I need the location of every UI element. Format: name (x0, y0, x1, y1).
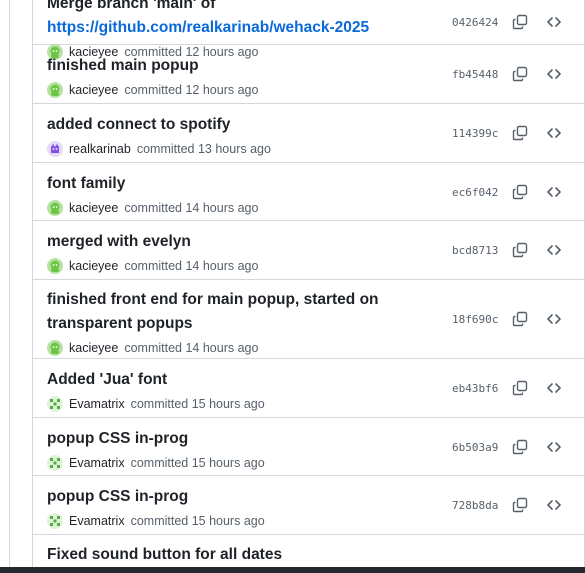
commit-time: committed 15 hours ago (130, 514, 265, 528)
code-icon[interactable] (542, 238, 566, 262)
copy-icon[interactable] (508, 121, 532, 145)
commit-row: finished front end for main popup, start… (33, 280, 584, 359)
commit-actions: 728b8da (452, 493, 566, 517)
copy-icon[interactable] (508, 62, 532, 86)
commit-time: committed 14 hours ago (124, 341, 259, 355)
green-pattern-avatar[interactable] (47, 513, 63, 529)
commit-author[interactable]: Evamatrix (69, 514, 125, 528)
commit-sha[interactable]: 6b503a9 (452, 441, 498, 454)
commit-sha[interactable]: 114399c (452, 127, 498, 140)
commit-actions: 114399c (452, 121, 566, 145)
copy-icon[interactable] (508, 238, 532, 262)
purple-octocat-avatar[interactable] (47, 141, 63, 157)
code-icon[interactable] (542, 307, 566, 331)
commit-sha[interactable]: 18f690c (452, 313, 498, 326)
commit-sha[interactable]: ec6f042 (452, 186, 498, 199)
commit-row: font family kacieyee committed 14 hours … (33, 163, 584, 221)
copy-icon[interactable] (508, 307, 532, 331)
commit-row: merged with evelyn kacieyee committed 14… (33, 221, 584, 280)
commit-sha[interactable]: bcd8713 (452, 244, 498, 257)
commit-row: Added 'Jua' font Evamatrix committed 15 … (33, 359, 584, 418)
commit-row: finished main popup kacieyee committed 1… (33, 45, 584, 104)
commit-sha[interactable]: eb43bf6 (452, 382, 498, 395)
code-icon[interactable] (542, 435, 566, 459)
commit-row: popup CSS in-prog Evamatrix committed 15… (33, 476, 584, 535)
commit-meta: kacieyee committed 14 hours ago (47, 338, 570, 358)
commit-list: Merge branch 'main' of https://github.co… (32, 0, 585, 573)
copy-icon[interactable] (508, 180, 532, 204)
commit-actions: bcd8713 (452, 238, 566, 262)
code-icon[interactable] (542, 62, 566, 86)
commit-actions: eb43bf6 (452, 376, 566, 400)
commit-actions: 6b503a9 (452, 435, 566, 459)
green-octocat-avatar[interactable] (47, 340, 63, 356)
green-octocat-avatar[interactable] (47, 82, 63, 98)
commit-title[interactable]: Fixed sound button for all dates (47, 543, 570, 567)
copy-icon[interactable] (508, 493, 532, 517)
commit-author[interactable]: kacieyee (69, 341, 118, 355)
code-icon[interactable] (542, 121, 566, 145)
commit-row: popup CSS in-prog Evamatrix committed 15… (33, 418, 584, 476)
commit-actions: ec6f042 (452, 180, 566, 204)
commit-row: added connect to spotify realkarinab com… (33, 104, 584, 163)
bottom-bar (0, 567, 585, 573)
commit-author[interactable]: Evamatrix (69, 456, 125, 470)
commit-author[interactable]: kacieyee (69, 259, 118, 273)
commit-title-partial[interactable]: Merge branch 'main' of (47, 0, 215, 12)
commit-sha[interactable]: 728b8da (452, 499, 498, 512)
code-icon[interactable] (542, 493, 566, 517)
copy-icon[interactable] (508, 376, 532, 400)
commit-actions: 0426424 (452, 10, 566, 34)
commit-sha[interactable]: fb45448 (452, 68, 498, 81)
green-pattern-avatar[interactable] (47, 396, 63, 412)
green-pattern-avatar[interactable] (47, 455, 63, 471)
copy-icon[interactable] (508, 10, 532, 34)
commit-time: committed 13 hours ago (136, 142, 271, 156)
copy-icon[interactable] (508, 435, 532, 459)
green-octocat-avatar[interactable] (47, 200, 63, 216)
commit-time: committed 15 hours ago (130, 397, 265, 411)
commit-author[interactable]: kacieyee (69, 201, 118, 215)
code-icon[interactable] (542, 10, 566, 34)
commit-actions: fb45448 (452, 62, 566, 86)
commit-time: committed 14 hours ago (124, 201, 259, 215)
commit-author[interactable]: realkarinab (69, 142, 131, 156)
commit-time: committed 14 hours ago (124, 259, 259, 273)
commit-time: committed 12 hours ago (124, 83, 259, 97)
commit-row: Merge branch 'main' of https://github.co… (33, 0, 584, 60)
left-gutter (0, 0, 10, 573)
commit-link[interactable]: https://github.com/realkarinab/wehack-20… (47, 19, 369, 36)
commit-author[interactable]: kacieyee (69, 83, 118, 97)
code-icon[interactable] (542, 376, 566, 400)
green-octocat-avatar[interactable] (47, 258, 63, 274)
code-icon[interactable] (542, 180, 566, 204)
commit-time: committed 15 hours ago (130, 456, 265, 470)
commit-author[interactable]: Evamatrix (69, 397, 125, 411)
commit-actions: 18f690c (452, 307, 566, 331)
commit-sha[interactable]: 0426424 (452, 16, 498, 29)
